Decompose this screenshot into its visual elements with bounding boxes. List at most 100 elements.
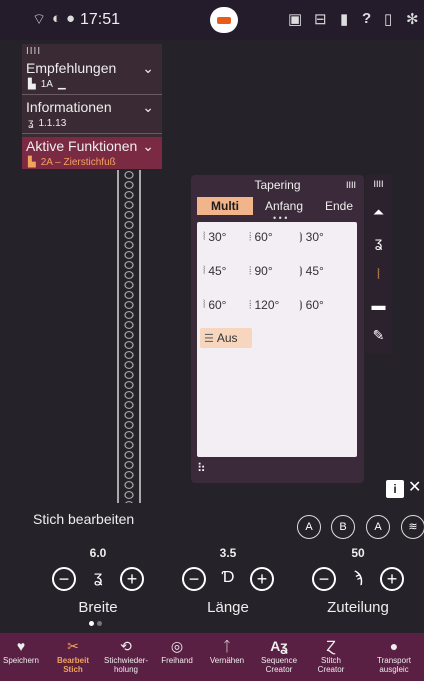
taper-option[interactable]: ⦚ 45° xyxy=(203,264,226,278)
angle-label: 120° xyxy=(254,298,280,312)
nav-vernaehen[interactable]: ᛏ Vernähen xyxy=(200,638,254,665)
aktive-funktionen-section[interactable]: Aktive Funktionen ⌄ ▙ 2A – Zierstichfuß xyxy=(22,137,162,169)
angle-label: 45° xyxy=(208,264,227,278)
zuteilung-minus-button[interactable]: − xyxy=(312,567,336,591)
taper-option[interactable]: ⦚ 60° xyxy=(203,298,226,312)
nav-label: ausgleic xyxy=(379,665,409,674)
straight-stitch-icon: ☰ xyxy=(204,332,214,345)
taper-angle-icon: ⦚ xyxy=(203,264,206,277)
grip-icon[interactable]: ⠷ xyxy=(197,461,206,475)
tab-multi[interactable]: Multi xyxy=(197,197,253,215)
stitch-preview xyxy=(117,170,141,510)
toolbar-handle[interactable]: IIII xyxy=(365,179,392,189)
nav-speichern[interactable]: ♥ Speichern xyxy=(0,638,48,665)
stitch-edit-title: Stich bearbeiten xyxy=(33,511,135,527)
nav-label: Stitch xyxy=(320,656,341,665)
status-bar: ⌔ ◐ ● 17:51 ▣ ⊟ ▮ ? ▯ ✻ xyxy=(0,0,424,40)
mirror-end-icon[interactable]: B xyxy=(331,515,355,539)
laenge-minus-button[interactable]: − xyxy=(182,567,206,591)
bag-icon[interactable]: ▯ xyxy=(384,10,392,28)
width-stitch-icon: ʓ xyxy=(93,569,103,586)
nav-stitch-creator[interactable]: Ɀ Stitch Creator xyxy=(304,638,358,674)
info-icon[interactable]: i xyxy=(386,480,404,498)
zuteilung-value: 50 xyxy=(351,546,365,560)
empfehlungen-label: Empfehlungen xyxy=(26,60,117,76)
taper-off-option[interactable]: ☰ Aus xyxy=(200,328,252,348)
pattern-icon[interactable]: ≋ xyxy=(401,515,424,539)
taper-option[interactable]: ⦙ 90° xyxy=(249,264,273,278)
informationen-label: Informationen xyxy=(26,99,112,115)
angle-label: 60° xyxy=(305,298,324,312)
mirror-side-icon[interactable]: A xyxy=(297,515,321,539)
stitch-edit-icon[interactable]: ʓ xyxy=(365,234,392,250)
page-dot-active[interactable] xyxy=(89,621,94,626)
dialog-handle[interactable]: IIII xyxy=(346,180,356,190)
presser-foot-icon: ▙ xyxy=(28,78,36,90)
info-panel: IIII Empfehlungen ⌄ ▙ 1A ▁ Informationen… xyxy=(22,44,162,169)
help-icon[interactable]: ? xyxy=(362,10,371,27)
tie-off-icon: ᛏ xyxy=(222,638,232,654)
nav-label: Bearbeit xyxy=(56,656,89,665)
taper-option[interactable]: ⦘ 60° xyxy=(299,298,324,312)
tapering-title: Tapering xyxy=(254,178,301,192)
length-stitch-icon: Ɗ xyxy=(221,569,235,586)
zuteilung-plus-button[interactable]: + xyxy=(380,567,404,591)
wifi-icon: ⌔ xyxy=(32,11,47,28)
taper-option[interactable]: ⦙ 60° xyxy=(249,230,273,244)
edit-stitch-icon: ✂ xyxy=(67,638,79,654)
breite-plus-button[interactable]: + xyxy=(120,567,144,591)
page-dot[interactable] xyxy=(97,621,102,626)
taper-angle-icon: ⦘ xyxy=(299,298,303,311)
angle-label: 45° xyxy=(305,264,324,278)
nav-label: Vernähen xyxy=(209,656,245,665)
book-icon[interactable]: ▮ xyxy=(340,10,348,28)
heart-icon: ♥ xyxy=(16,638,26,654)
taper-angle-icon: ⦘ xyxy=(299,264,303,277)
chevron-down-icon: ⌄ xyxy=(142,59,154,76)
clock-time: 17:51 xyxy=(80,11,121,28)
breite-label: Breite xyxy=(78,599,118,616)
taper-option[interactable]: ⦙ 120° xyxy=(249,298,279,312)
aktive-funktionen-header[interactable]: Aktive Funktionen ⌄ xyxy=(22,137,162,155)
chevron-down-icon: ⌄ xyxy=(142,137,154,154)
nav-freihand[interactable]: ◎ Freihand xyxy=(150,638,204,665)
tab-ende[interactable]: Ende xyxy=(319,197,359,215)
nav-transportausgleich[interactable]: ● Transport ausgleic xyxy=(370,638,418,674)
close-icon[interactable]: ✕ xyxy=(408,477,421,497)
empfehlungen-header[interactable]: Empfehlungen ⌄ xyxy=(22,59,162,77)
stitch-number: 1.1.13 xyxy=(38,117,67,129)
iron-icon[interactable]: ⏶ xyxy=(365,204,392,221)
laenge-label: Länge xyxy=(207,599,249,616)
empfehlungen-value: ▙ 1A ▁ xyxy=(22,77,162,91)
angle-label: 30° xyxy=(208,230,227,244)
taper-angle-icon: ⦚ xyxy=(203,298,206,311)
import-icon[interactable]: ⊟ xyxy=(314,10,327,28)
nav-label: Transport xyxy=(377,656,411,665)
nav-sequence-creator[interactable]: Aʓ Sequence Creator xyxy=(252,638,306,674)
nav-label: Creator xyxy=(265,665,293,674)
divider xyxy=(22,133,162,134)
nav-label: Sequence xyxy=(260,656,298,665)
rotate-icon[interactable]: A xyxy=(366,515,390,539)
pen-icon[interactable]: ✎ xyxy=(365,327,392,344)
density-stitch-icon: ϡ xyxy=(353,569,363,586)
nav-stichwiederholung[interactable]: ⟲ Stichwieder-holung xyxy=(99,638,153,674)
laenge-value: 3.5 xyxy=(219,546,237,560)
laenge-plus-button[interactable]: + xyxy=(250,567,274,591)
screen-icon[interactable]: ▣ xyxy=(288,10,302,28)
nav-label: Stich xyxy=(63,665,83,674)
taper-option[interactable]: ⦚ 30° xyxy=(203,230,226,244)
tapering-icon[interactable]: ⦚ xyxy=(365,266,392,283)
taper-option[interactable]: ⦘ 45° xyxy=(299,264,324,278)
angle-label: 90° xyxy=(254,264,273,278)
nav-bearbeit-stich[interactable]: ✂ Bearbeit Stich xyxy=(46,638,100,674)
informationen-header[interactable]: Informationen ⌄ xyxy=(22,98,162,116)
settings-icon[interactable]: ✻ xyxy=(406,10,419,28)
machine-status-icon[interactable] xyxy=(210,7,238,33)
folder-icon[interactable]: ▬ xyxy=(365,297,392,313)
taper-angle-icon: ⦘ xyxy=(299,230,303,243)
taper-option[interactable]: ⦘ 30° xyxy=(299,230,324,244)
breite-minus-button[interactable]: − xyxy=(52,567,76,591)
panel-handle[interactable]: IIII xyxy=(22,44,162,59)
aktive-value: ▙ 2A – Zierstichfuß xyxy=(22,155,162,169)
